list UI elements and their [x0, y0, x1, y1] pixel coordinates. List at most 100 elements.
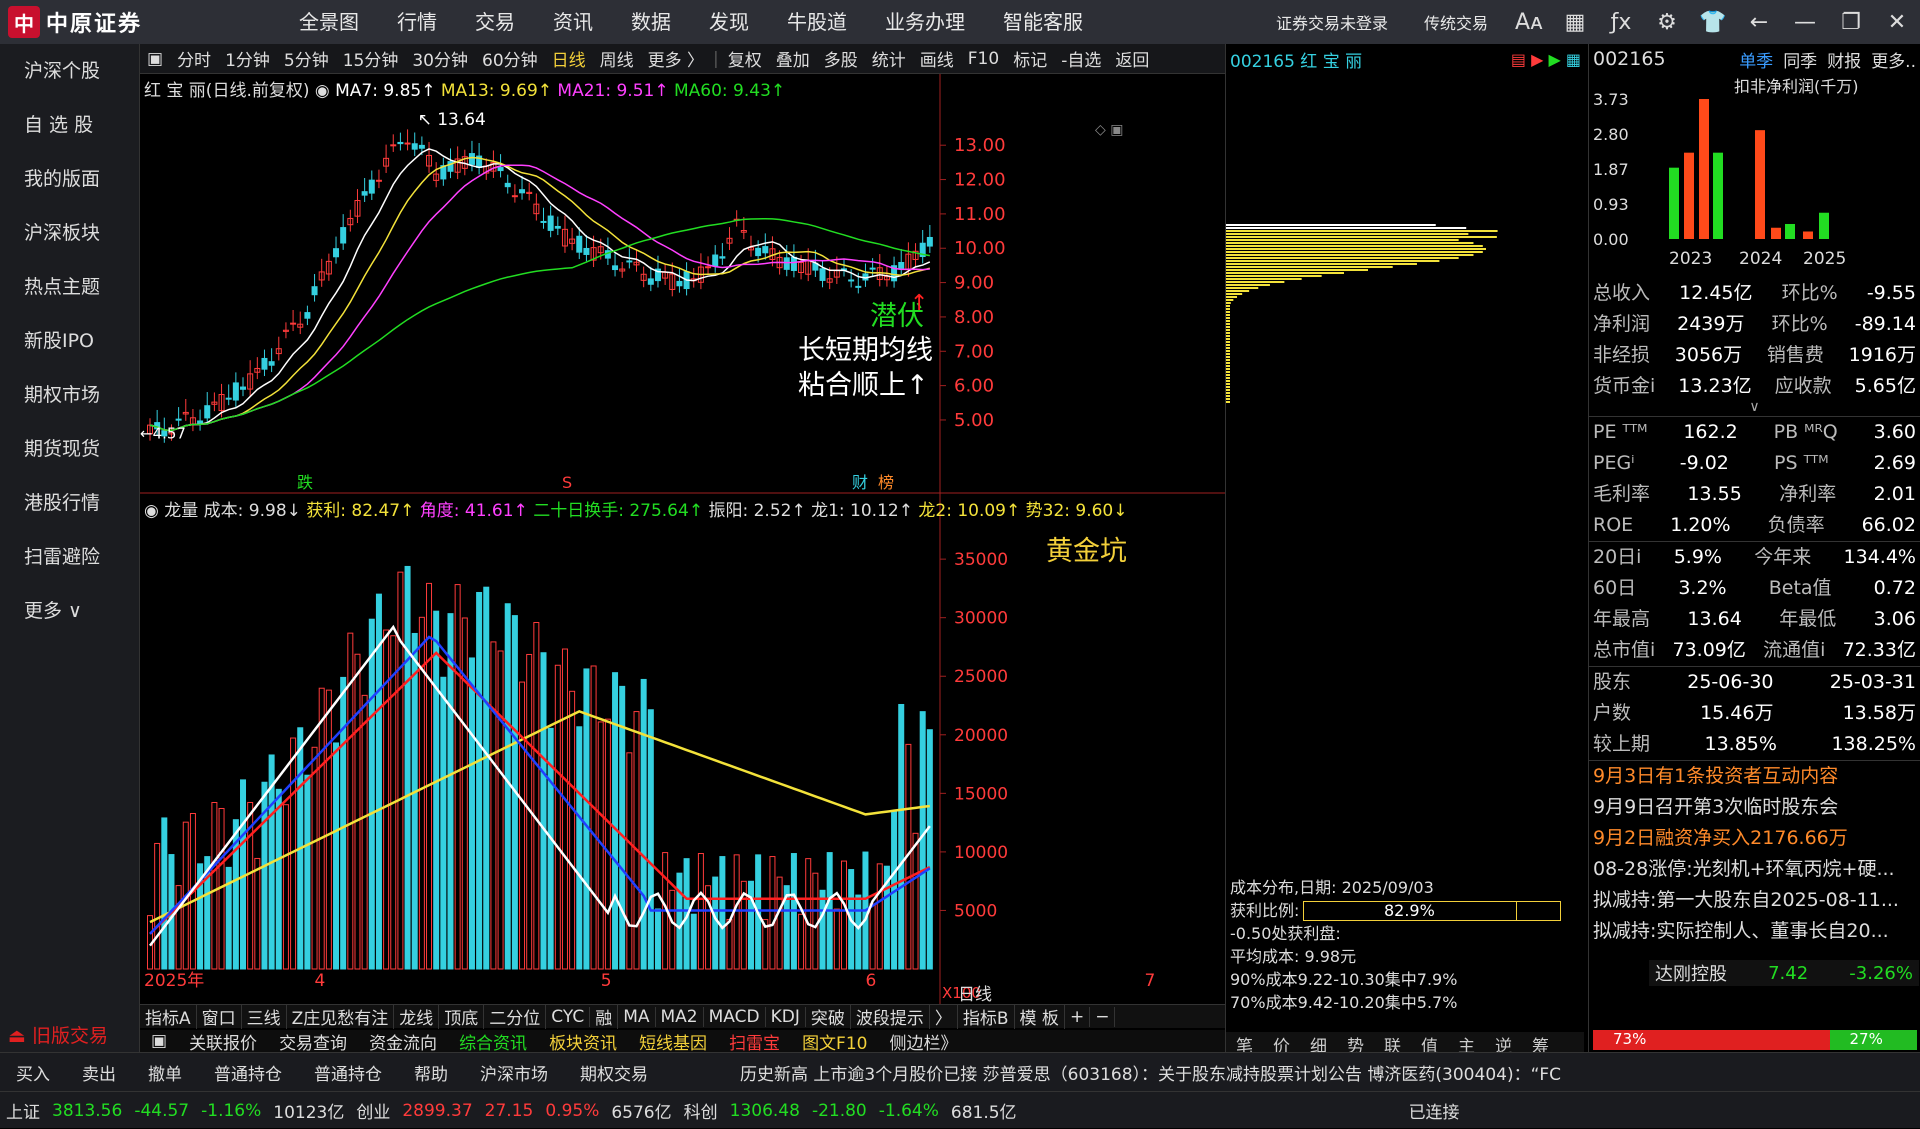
period-3[interactable]: 15分钟	[336, 46, 406, 71]
sidebar-item-2[interactable]: 我的版面	[0, 152, 139, 206]
trade-mode[interactable]: 传统交易	[1406, 10, 1506, 34]
indicator-tab-14[interactable]: 波段提示	[851, 1004, 930, 1029]
shirt-icon[interactable]: 👕	[1690, 10, 1736, 35]
info-tab-6[interactable]: 扫雷宝	[718, 1029, 791, 1054]
status-position-icon[interactable]: 普通持仓	[198, 1060, 298, 1085]
info-tab-8[interactable]: 侧边栏》	[878, 1029, 968, 1054]
fx-icon[interactable]: ƒx	[1598, 10, 1644, 35]
topnav-6[interactable]: 牛股道	[768, 0, 866, 44]
sidebar-item-6[interactable]: 期权市场	[0, 368, 139, 422]
status-cancel-icon[interactable]: 撤单	[132, 1060, 198, 1085]
font-size-icon[interactable]: Aᴀ	[1506, 10, 1552, 35]
info-tab-4[interactable]: 板块资讯	[538, 1029, 628, 1054]
news-item-1[interactable]: 9月9日召开第3次临时股东会	[1589, 792, 1920, 823]
topnav-5[interactable]: 发现	[690, 0, 768, 44]
mid-tool-icons[interactable]: ▤ ▶ ▶ ▦	[1511, 50, 1581, 69]
status-buy-icon[interactable]: 买入	[0, 1060, 66, 1085]
mid-tab-3[interactable]: 势	[1337, 1032, 1374, 1057]
chart-action-8[interactable]: 返回	[1108, 46, 1156, 71]
news-ticker[interactable]: 历史新高 上市逾3个月股价已接 莎普爱思（603168）：关于股东减持股票计划公…	[724, 1060, 1577, 1085]
login-status[interactable]: 证券交易未登录	[1258, 10, 1406, 34]
expand-icon[interactable]: ∨	[1589, 400, 1920, 416]
indicator-tab-3[interactable]: Z庄见愁有注	[287, 1004, 395, 1029]
right-tab-1[interactable]: 同季	[1783, 47, 1817, 72]
info-tab-3[interactable]: 综合资讯	[448, 1029, 538, 1054]
topnav-8[interactable]: 智能客服	[984, 0, 1102, 44]
sidebar-item-5[interactable]: 新股IPO	[0, 314, 139, 368]
topnav-4[interactable]: 数据	[612, 0, 690, 44]
mid-tab-1[interactable]: 价	[1263, 1032, 1300, 1057]
info-tab-1[interactable]: 交易查询	[268, 1029, 358, 1054]
topnav-0[interactable]: 全景图	[280, 0, 378, 44]
indicator-tab-0[interactable]: 指标A	[140, 1004, 197, 1029]
indicator-tab-1[interactable]: 窗口	[197, 1004, 242, 1029]
indicator-tab-11[interactable]: MACD	[704, 1006, 766, 1027]
indicator-tab-9[interactable]: MA	[618, 1006, 656, 1027]
status-option-icon[interactable]: 期权交易	[564, 1060, 664, 1085]
right-tab-2[interactable]: 财报	[1827, 47, 1861, 72]
mid-tab-4[interactable]: 联	[1374, 1032, 1411, 1057]
info-tab-0[interactable]: 关联报价	[178, 1029, 268, 1054]
volume-chart[interactable]: 3500030000250002000015000100005000X100◉ …	[140, 494, 1225, 1034]
chart-action-4[interactable]: 画线	[913, 46, 961, 71]
sidebar-item-10[interactable]: 更多 ∨	[0, 584, 139, 638]
status-sell-icon[interactable]: 卖出	[66, 1060, 132, 1085]
topnav-1[interactable]: 行情	[378, 0, 456, 44]
topnav-2[interactable]: 交易	[456, 0, 534, 44]
chart-action-7[interactable]: -自选	[1054, 46, 1108, 71]
mid-tab-5[interactable]: 值	[1411, 1032, 1448, 1057]
indicator-tab-19[interactable]: −	[1090, 1006, 1116, 1027]
mid-tab-2[interactable]: 细	[1300, 1032, 1337, 1057]
status-position-icon[interactable]: 普通持仓	[298, 1060, 398, 1085]
period-1[interactable]: 1分钟	[218, 46, 277, 71]
sidebar-item-4[interactable]: 热点主题	[0, 260, 139, 314]
indicator-tab-4[interactable]: 龙线	[394, 1004, 440, 1029]
news-item-0[interactable]: 9月3日有1条投资者互动内容	[1589, 761, 1920, 792]
chart-action-3[interactable]: 统计	[865, 46, 913, 71]
indicator-tab-17[interactable]: 模 板	[1015, 1004, 1065, 1029]
mid-tab-7[interactable]: 逆	[1485, 1032, 1522, 1057]
period-2[interactable]: 5分钟	[277, 46, 336, 71]
period-5[interactable]: 60分钟	[475, 46, 545, 71]
mid-tab-6[interactable]: 主	[1448, 1032, 1485, 1057]
indicator-tab-7[interactable]: CYC	[546, 1006, 591, 1027]
sidebar-item-0[interactable]: 沪深个股	[0, 44, 139, 98]
news-item-2[interactable]: 9月2日融资净买入2176.66万	[1589, 823, 1920, 854]
sidebar-item-7[interactable]: 期货现货	[0, 422, 139, 476]
chart-action-6[interactable]: 标记	[1006, 46, 1054, 71]
right-tab-0[interactable]: 单季	[1739, 47, 1773, 72]
minimize-icon[interactable]: —	[1782, 10, 1828, 35]
status-help-icon[interactable]: 帮助	[398, 1060, 464, 1085]
period-4[interactable]: 30分钟	[405, 46, 475, 71]
mini-ticker[interactable]: 达刚控股 7.42 -3.26%	[1649, 960, 1919, 986]
indicator-tab-5[interactable]: 顶底	[439, 1004, 485, 1029]
sidebar-item-9[interactable]: 扫雷避险	[0, 530, 139, 584]
indicator-tab-15[interactable]: 〉	[930, 1004, 958, 1029]
status-market-icon[interactable]: 沪深市场	[464, 1060, 564, 1085]
period-0[interactable]: 分时	[170, 46, 218, 71]
toolbar-menu-icon[interactable]: ▣	[140, 49, 170, 69]
grid-icon[interactable]: ▦	[1552, 10, 1598, 35]
close-icon[interactable]: ✕	[1874, 10, 1920, 35]
indicator-tab-8[interactable]: 融	[590, 1004, 619, 1029]
news-item-3[interactable]: 08-28涨停:光刻机+环氧丙烷+硬...	[1589, 854, 1920, 885]
chart-action-2[interactable]: 多股	[817, 46, 865, 71]
indicator-tab-18[interactable]: +	[1065, 1006, 1091, 1027]
mid-tab-0[interactable]: 笔	[1226, 1032, 1263, 1057]
info-tab-7[interactable]: 图文F10	[791, 1029, 878, 1054]
info-tab-5[interactable]: 短线基因	[628, 1029, 718, 1054]
period-7[interactable]: 周线	[593, 46, 641, 71]
topnav-3[interactable]: 资讯	[534, 0, 612, 44]
gear-icon[interactable]: ⚙	[1644, 10, 1690, 35]
indicator-tab-13[interactable]: 突破	[806, 1004, 851, 1029]
topnav-7[interactable]: 业务办理	[866, 0, 984, 44]
chart-action-1[interactable]: 叠加	[769, 46, 817, 71]
price-chart[interactable]: 13.00 12.00 11.00 10.00 9.00 8.00 7.00 6.00 5.00…	[140, 74, 1225, 494]
old-trade-link[interactable]: ⏏ 旧版交易	[8, 1021, 108, 1048]
sidebar-item-3[interactable]: 沪深板块	[0, 206, 139, 260]
sidebar-item-1[interactable]: 自 选 股	[0, 98, 139, 152]
chart-action-5[interactable]: F10	[961, 49, 1006, 69]
right-tab-3[interactable]: 更多..	[1871, 47, 1916, 72]
indicator-tab-2[interactable]: 三线	[242, 1004, 287, 1029]
chart-action-0[interactable]: 复权	[721, 46, 769, 71]
